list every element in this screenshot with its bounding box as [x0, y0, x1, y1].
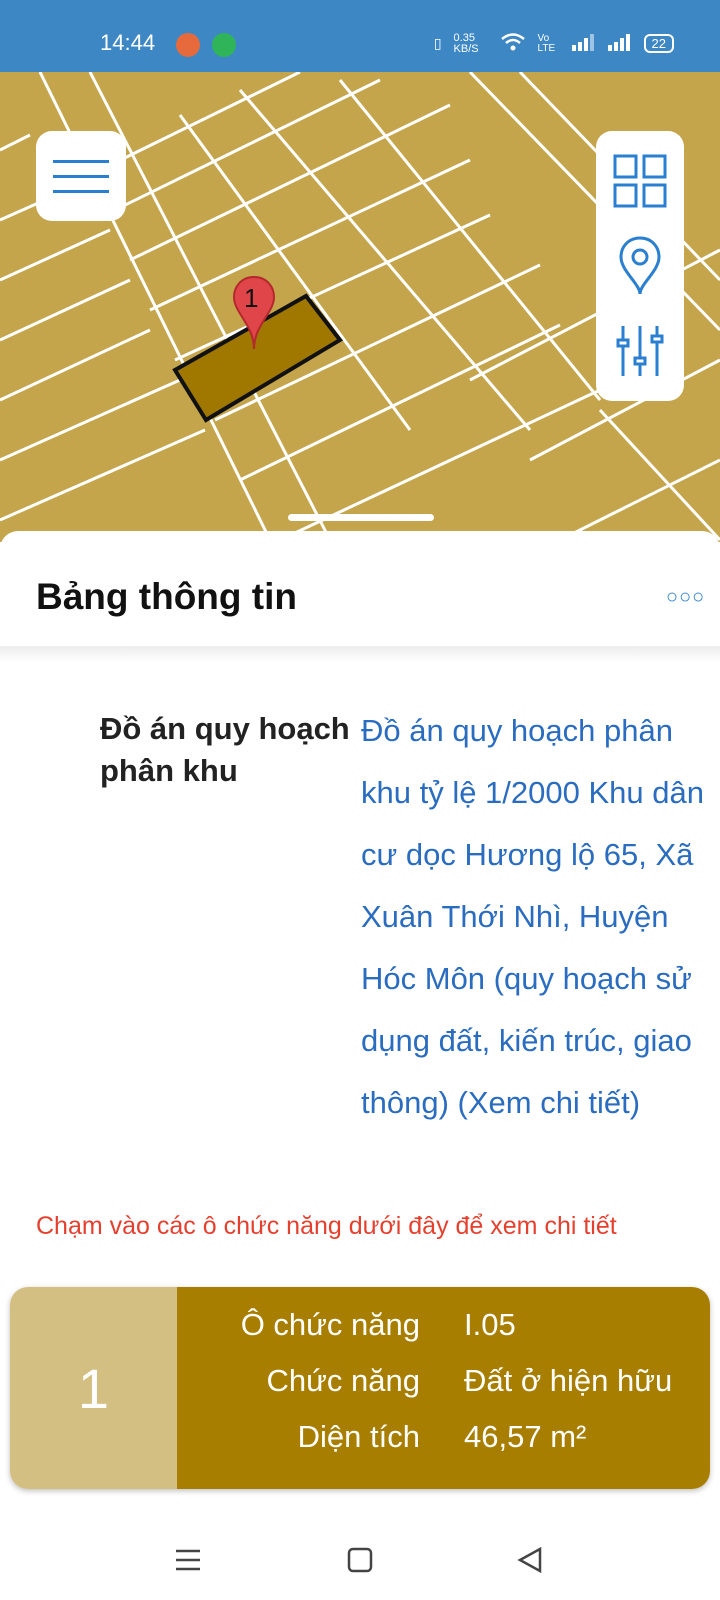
hamburger-icon-line [53, 174, 109, 178]
map-marker[interactable]: 1 [232, 275, 276, 351]
function-row: Ô chức năng I.05 [177, 1307, 710, 1357]
menu-button[interactable] [36, 131, 126, 221]
network-type: Vo LTE [537, 32, 556, 54]
map-marker-label: 1 [244, 283, 259, 313]
function-row-value: 46,57 m² [464, 1419, 587, 1454]
function-row: Diện tích 46,57 m² [177, 1419, 710, 1469]
function-card-number: 1 [10, 1287, 177, 1489]
location-button[interactable] [596, 226, 684, 306]
recent-apps-button[interactable] [168, 1540, 208, 1580]
function-row-key: Ô chức năng [240, 1307, 420, 1342]
status-indicators: ▯ 0.35 KB/S Vo LTE 22 [434, 32, 674, 55]
function-row: Chức năng Đất ở hiện hữu [177, 1363, 710, 1413]
sheet-drag-handle[interactable] [288, 514, 434, 521]
function-row-value: Đất ở hiện hữu [464, 1363, 673, 1398]
sheet-title: Bảng thông tin [36, 576, 297, 617]
back-icon [517, 1546, 542, 1574]
function-card-info: Ô chức năng I.05 Chức năng Đất ở hiện hữ… [177, 1287, 710, 1489]
sheet-header-divider [0, 646, 720, 662]
network-speed: 0.35 KB/S [453, 31, 479, 55]
battery-icon: 22 [643, 34, 674, 53]
map-tools-panel [596, 131, 684, 401]
function-row-key: Chức năng [266, 1363, 420, 1398]
plan-label: Đồ án quy hoạch phân khu [100, 711, 350, 788]
vibrate-icon: ▯ [433, 35, 442, 51]
function-card[interactable]: 1 Ô chức năng I.05 Chức năng Đất ở hiện … [10, 1287, 710, 1489]
signal-icon [571, 33, 596, 54]
function-row-key: Diện tích [297, 1419, 420, 1454]
recent-apps-icon [176, 1549, 200, 1571]
hint-text: Chạm vào các ô chức năng dưới đây để xem… [36, 1212, 617, 1240]
grid-icon [613, 154, 667, 208]
home-icon [347, 1547, 373, 1573]
status-bar: 14:44 ▯ 0.35 KB/S Vo LTE 22 [0, 0, 720, 72]
notification-app-icon [176, 33, 200, 57]
shield-icon [212, 33, 236, 57]
sliders-icon [616, 326, 664, 376]
home-button[interactable] [340, 1540, 380, 1580]
signal-icon-2 [607, 33, 632, 54]
hamburger-icon-line [53, 189, 109, 193]
more-dots-icon[interactable]: ○○○ [666, 586, 705, 609]
system-nav-bar [0, 1520, 720, 1600]
status-time: 14:44 [100, 30, 156, 55]
back-button[interactable] [510, 1540, 550, 1580]
layers-button[interactable] [596, 141, 684, 221]
location-pin-icon [619, 236, 661, 295]
filter-button[interactable] [596, 311, 684, 391]
function-row-value: I.05 [464, 1307, 516, 1342]
hamburger-icon-line [53, 159, 109, 163]
plan-link[interactable]: Đồ án quy hoạch phân khu tỷ lệ 1/2000 Kh… [361, 700, 713, 1134]
wifi-icon [500, 32, 526, 55]
